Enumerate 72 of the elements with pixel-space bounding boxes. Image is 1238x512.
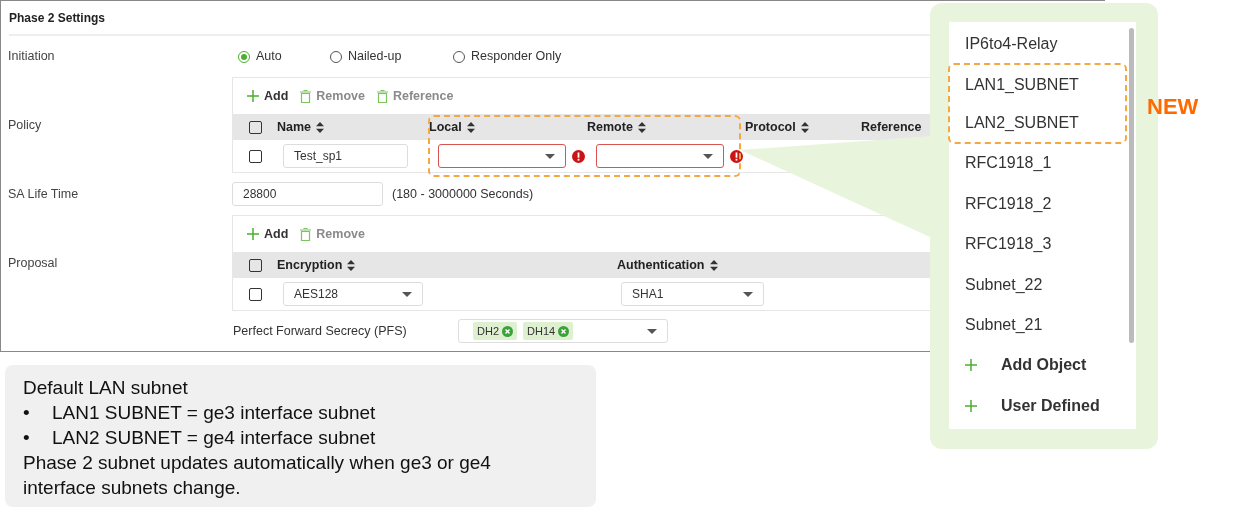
new-label: NEW — [1147, 93, 1199, 121]
column-header[interactable]: Encryption — [277, 255, 343, 275]
lifetime-field[interactable]: 28800 — [232, 182, 383, 206]
trash-icon — [300, 227, 312, 241]
dropdown-action[interactable]: Add Object — [949, 345, 1136, 386]
field-label: Initiation — [7, 48, 56, 66]
column-header[interactable]: Authentication — [617, 255, 705, 275]
caret-icon — [545, 153, 555, 159]
bullet-marker: • — [23, 426, 31, 450]
add-button[interactable]: Add — [247, 224, 289, 244]
checkbox[interactable] — [249, 258, 262, 272]
error-icon — [730, 149, 743, 163]
field-label: Policy — [7, 116, 43, 134]
column-header[interactable]: Reference — [861, 117, 922, 137]
dropdown-option[interactable]: RFC1918_1 — [949, 143, 1136, 184]
column-header[interactable]: Local — [429, 117, 462, 137]
tag-label: DH14 — [527, 323, 556, 339]
bullet-text: LAN2 SUBNET = ge4 interface subnet — [52, 426, 376, 450]
plus-icon — [965, 399, 977, 412]
dropdown-option[interactable]: RFC1918_2 — [949, 183, 1136, 224]
trash-icon — [376, 89, 388, 103]
dropdown-option[interactable]: RFC1918_3 — [949, 223, 1136, 265]
name-field[interactable]: Test_sp1 — [283, 144, 408, 168]
checkbox[interactable] — [249, 120, 262, 134]
column-header[interactable]: Name — [277, 117, 312, 137]
bullet-marker: • — [23, 401, 31, 425]
checkbox[interactable] — [249, 149, 262, 163]
sort-icon — [637, 121, 646, 133]
sort-icon — [709, 259, 718, 271]
tag-label: DH2 — [477, 323, 499, 339]
radio-option[interactable]: Auto — [238, 47, 330, 66]
checkbox[interactable] — [249, 287, 262, 301]
dropdown-option[interactable]: Subnet_21 — [949, 304, 1136, 346]
radio-option[interactable]: Nailed-up — [330, 47, 453, 66]
tag-chip[interactable]: DH14 — [523, 321, 574, 341]
authentication-select[interactable]: SHA1 — [621, 282, 764, 306]
encryption-select[interactable]: AES128 — [283, 282, 423, 306]
caret-icon — [703, 153, 713, 159]
remove-tag-icon — [558, 325, 570, 337]
plus-icon — [247, 228, 259, 240]
range-hint: (180 - 3000000 Seconds) — [392, 185, 534, 203]
dropdown-option[interactable]: Subnet_22 — [949, 264, 1136, 305]
radio-option[interactable]: Responder Only — [453, 47, 593, 66]
remove-tag-icon — [502, 325, 513, 337]
plus-icon — [247, 90, 259, 102]
sort-icon — [800, 121, 809, 133]
add-button[interactable]: Add — [247, 86, 289, 106]
field-label: Proposal — [7, 254, 59, 272]
sort-icon — [316, 121, 325, 133]
dropdown-action[interactable]: User Defined — [949, 385, 1136, 426]
dropdown-option[interactable]: LAN1_SUBNET — [950, 65, 1125, 104]
dropdown-option[interactable]: LAN2_SUBNET — [950, 103, 1125, 143]
bullet-text: LAN1 SUBNET = ge3 interface subnet — [52, 401, 376, 425]
trash-icon — [300, 89, 312, 103]
caret-icon — [743, 291, 753, 297]
local-select[interactable] — [438, 144, 566, 168]
scrollbar[interactable] — [1129, 28, 1134, 343]
sort-icon — [347, 259, 356, 271]
sort-icon — [466, 121, 475, 133]
field-label: SA Life Time — [7, 185, 80, 203]
caret-icon — [402, 291, 412, 297]
field-label: Perfect Forward Secrecy (PFS) — [233, 322, 408, 340]
pfs-select[interactable]: DH2 DH14 — [458, 319, 668, 343]
column-header[interactable]: Remote — [587, 117, 633, 137]
tag-chip[interactable]: DH2 — [473, 321, 517, 341]
column-header[interactable]: Protocol — [745, 117, 796, 137]
plus-icon — [965, 359, 977, 372]
remote-select[interactable] — [596, 144, 724, 168]
caret-icon — [647, 328, 657, 334]
note-text: Phase 2 subnet updates automatically when ge3 or ge4 interface subnets change. — [23, 451, 492, 500]
error-icon — [572, 149, 585, 163]
note-title: Default LAN subnet — [23, 376, 189, 400]
